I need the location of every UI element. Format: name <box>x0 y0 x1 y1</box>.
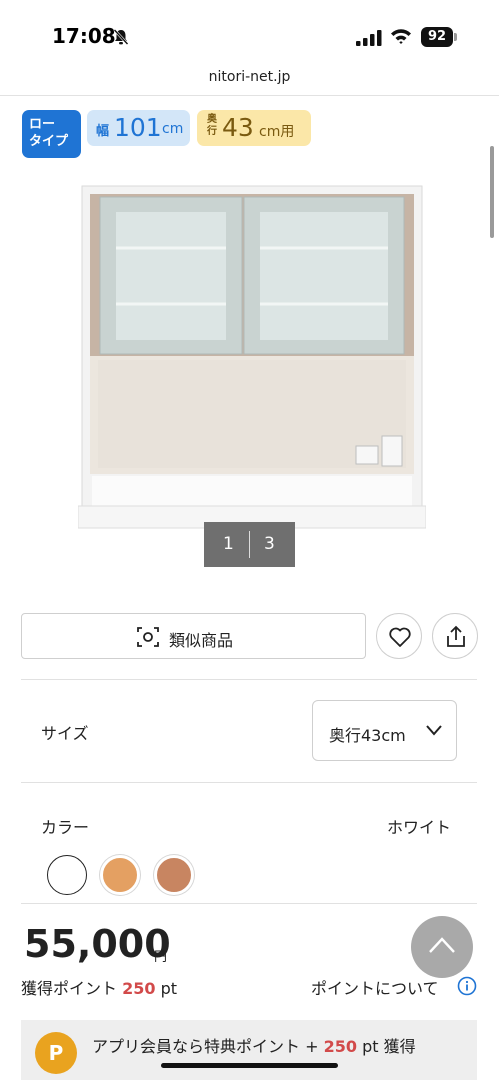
image-counter: 1 3 <box>204 522 295 567</box>
divider <box>21 782 477 783</box>
image-total: 3 <box>264 534 275 554</box>
promo-text-suffix: pt 獲得 <box>362 1037 416 1056</box>
product-image[interactable] <box>78 184 426 530</box>
earned-points-value: 250 <box>122 979 156 998</box>
battery-icon: 92 <box>421 27 453 47</box>
divider <box>21 679 477 680</box>
size-select[interactable]: 奥行43cm <box>312 700 457 761</box>
battery-tip <box>454 33 457 41</box>
depth-prefix: 奥行 <box>207 114 217 137</box>
size-label: サイズ <box>41 724 89 743</box>
chevron-up-icon <box>429 937 455 953</box>
color-swatch-white[interactable] <box>47 855 87 895</box>
width-unit: cm <box>162 121 184 137</box>
point-coin-icon: P <box>35 1032 77 1074</box>
earned-points-unit: pt <box>160 979 178 998</box>
scrollbar[interactable] <box>490 146 494 238</box>
earned-points-label: 獲得ポイント <box>21 979 118 998</box>
promo-text-prefix: アプリ会員なら特典ポイント + <box>92 1037 319 1056</box>
status-time: 17:08 <box>52 24 116 48</box>
similar-products-label: 類似商品 <box>169 631 234 650</box>
color-swatch-medium-brown[interactable] <box>154 855 194 895</box>
image-counter-divider <box>249 531 250 558</box>
heart-icon <box>389 627 411 647</box>
about-points-link[interactable]: ポイントについて <box>311 975 439 999</box>
home-indicator[interactable] <box>161 1063 338 1068</box>
depth-unit: cm用 <box>259 124 295 140</box>
share-button[interactable] <box>432 613 478 659</box>
width-badge: 幅 101 cm <box>87 110 190 146</box>
bell-slash-icon <box>113 29 129 45</box>
low-type-badge: ロー タイプ <box>22 110 81 158</box>
size-selected-value: 奥行43cm <box>329 726 406 745</box>
depth-badge: 奥行 43 cm用 <box>197 110 311 146</box>
divider <box>21 903 477 904</box>
color-label: カラー <box>41 818 90 837</box>
color-selected-value: ホワイト <box>387 818 452 837</box>
address-bar[interactable]: nitori-net.jp <box>0 62 499 96</box>
similar-products-button[interactable]: 類似商品 <box>21 613 366 659</box>
price-unit: 円 <box>154 950 168 965</box>
image-current: 1 <box>223 534 234 554</box>
price: 55,000 <box>24 922 171 966</box>
low-type-line1: ロー <box>29 117 56 132</box>
chevron-down-icon <box>426 725 442 736</box>
earned-points: 獲得ポイント 250 pt <box>21 975 177 999</box>
scroll-to-top-button[interactable] <box>411 916 473 978</box>
visual-search-icon <box>137 627 159 647</box>
depth-value: 43 <box>222 113 254 142</box>
width-prefix: 幅 <box>96 124 110 139</box>
status-bar: 17:08 92 <box>0 0 499 62</box>
low-type-line2: タイプ <box>29 134 69 149</box>
width-value: 101 <box>114 113 162 142</box>
wifi-icon <box>391 29 411 44</box>
signal-icon <box>356 30 382 46</box>
color-swatch-light-brown[interactable] <box>100 855 140 895</box>
share-icon <box>447 625 465 647</box>
promo-points: 250 <box>323 1037 357 1056</box>
favorite-button[interactable] <box>376 613 422 659</box>
app-member-promo-banner[interactable]: P アプリ会員なら特典ポイント + 250 pt 獲得 <box>21 1020 477 1080</box>
promo-text: アプリ会員なら特典ポイント + 250 pt 獲得 <box>92 1033 416 1057</box>
info-icon[interactable] <box>457 976 477 996</box>
